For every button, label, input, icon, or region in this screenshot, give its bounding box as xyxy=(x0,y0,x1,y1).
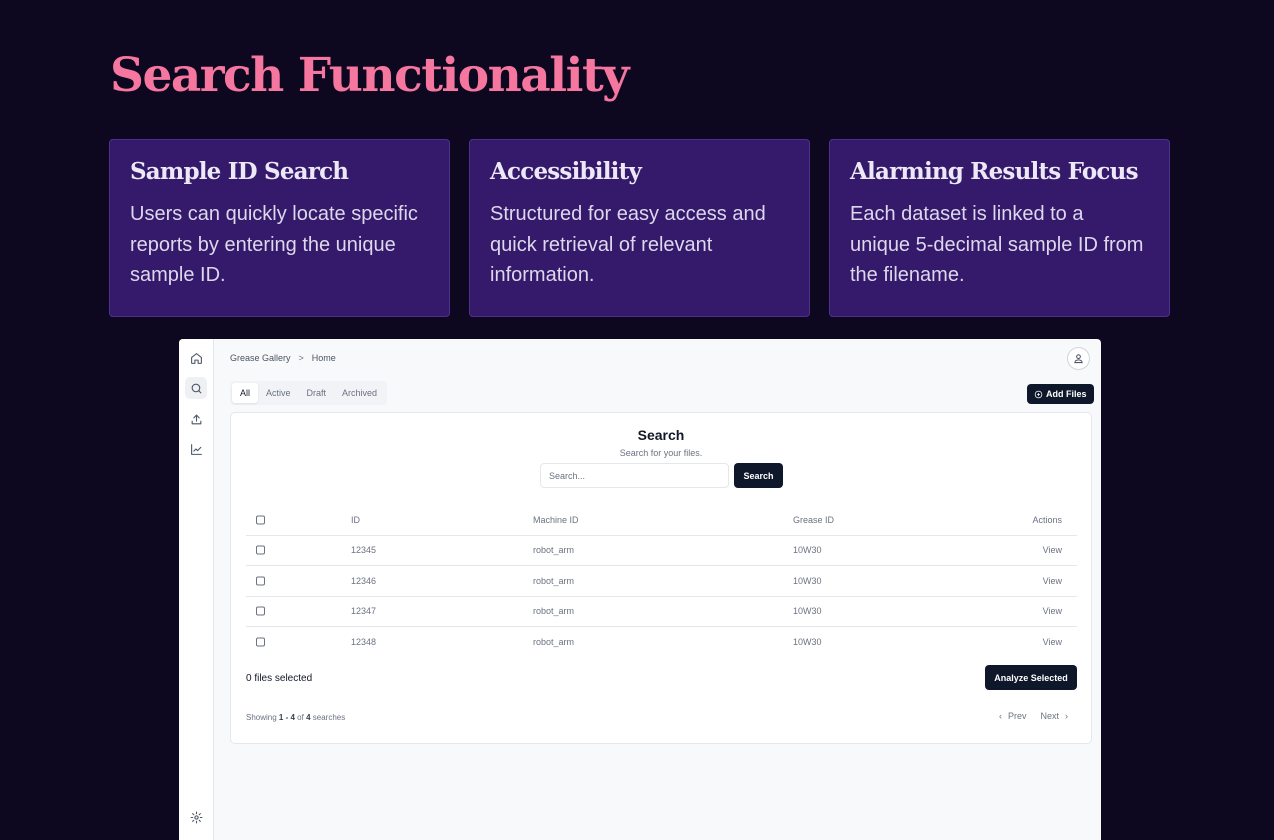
feature-cards: Sample ID Search Users can quickly locat… xyxy=(109,139,1170,317)
view-link[interactable]: View xyxy=(1043,606,1062,616)
user-icon xyxy=(1074,354,1083,364)
breadcrumb-current[interactable]: Home xyxy=(312,353,336,363)
tab-active[interactable]: Active xyxy=(258,383,299,403)
cell-machine-id: robot_arm xyxy=(533,545,575,556)
user-avatar[interactable] xyxy=(1067,347,1090,370)
tab-archived[interactable]: Archived xyxy=(334,383,385,403)
cell-id: 12346 xyxy=(351,575,377,586)
side-rail xyxy=(179,339,214,840)
showing-of: of xyxy=(297,713,304,722)
tab-all[interactable]: All xyxy=(232,383,259,403)
search-button[interactable]: Search xyxy=(734,463,783,488)
feature-card: Accessibility Structured for easy access… xyxy=(469,139,810,317)
app-screenshot: Grease Gallery > Home All Active Draft A… xyxy=(179,339,1101,840)
breadcrumb-root[interactable]: Grease Gallery xyxy=(230,353,291,363)
card-title: Sample ID Search xyxy=(130,158,349,185)
row-checkbox[interactable] xyxy=(256,606,265,616)
row-checkbox[interactable] xyxy=(256,545,265,555)
view-link[interactable]: View xyxy=(1043,576,1062,586)
showing-suffix: searches xyxy=(312,713,346,722)
home-icon[interactable] xyxy=(185,347,207,369)
table-row: 12346 robot_arm 10W30 View xyxy=(246,566,1077,597)
prev-label: Prev xyxy=(1007,711,1027,721)
table-row: 12347 robot_arm 10W30 View xyxy=(246,597,1077,627)
panel-title: Search xyxy=(637,427,685,443)
cell-machine-id: robot_arm xyxy=(533,606,575,617)
next-label: Next xyxy=(1040,711,1059,721)
header-machine-id: Machine ID xyxy=(533,514,579,525)
search-icon[interactable] xyxy=(185,377,207,399)
analyze-selected-button[interactable]: Analyze Selected xyxy=(985,665,1077,690)
cell-machine-id: robot_arm xyxy=(533,637,575,648)
cell-grease-id: 10W30 xyxy=(793,637,822,648)
cell-id: 12347 xyxy=(351,606,377,617)
filter-tabs: All Active Draft Archived xyxy=(230,381,388,405)
upload-icon[interactable] xyxy=(185,408,207,430)
plus-circle-icon xyxy=(1034,390,1043,398)
slide-title: Search Functionality xyxy=(110,48,629,103)
header-id: ID xyxy=(351,514,360,525)
cell-id: 12348 xyxy=(351,637,377,648)
card-text: Each dataset is linked to a unique 5-dec… xyxy=(850,203,1144,286)
row-checkbox[interactable] xyxy=(256,576,265,586)
header-actions: Actions xyxy=(1032,514,1062,525)
showing-range: 1 - 4 xyxy=(278,713,295,722)
cell-id: 12345 xyxy=(351,545,377,556)
row-checkbox[interactable] xyxy=(256,637,265,647)
tab-draft[interactable]: Draft xyxy=(299,383,335,403)
search-input[interactable] xyxy=(540,463,729,488)
cell-grease-id: 10W30 xyxy=(793,575,822,586)
view-link[interactable]: View xyxy=(1043,545,1062,555)
card-title: Alarming Results Focus xyxy=(850,158,1139,185)
chart-icon[interactable] xyxy=(185,438,207,460)
cell-grease-id: 10W30 xyxy=(793,545,822,556)
table-row: 12345 robot_arm 10W30 View xyxy=(246,536,1077,566)
feature-card: Sample ID Search Users can quickly locat… xyxy=(109,139,450,317)
search-panel: Search Search for your files. Search ID … xyxy=(230,412,1092,744)
add-files-label: Add Files xyxy=(1046,389,1087,399)
prev-button[interactable]: ‹ Prev xyxy=(999,711,1027,721)
chevron-left-icon: ‹ xyxy=(998,711,1002,721)
panel-subtitle: Search for your files. xyxy=(619,448,703,458)
chevron-right-icon: › xyxy=(1065,711,1068,721)
card-text: Structured for easy access and quick ret… xyxy=(490,203,766,286)
pagination: ‹ Prev Next › xyxy=(999,711,1068,721)
pagination-summary: Showing 1 - 4 of 4 searches xyxy=(246,713,345,722)
cell-machine-id: robot_arm xyxy=(533,575,575,586)
view-link[interactable]: View xyxy=(1043,637,1062,647)
selected-count: 0 files selected xyxy=(246,673,313,684)
header-grease-id: Grease ID xyxy=(793,514,835,525)
chevron-right-icon: > xyxy=(298,353,304,363)
table-header: ID Machine ID Grease ID Actions xyxy=(246,505,1077,536)
feature-card: Alarming Results Focus Each dataset is l… xyxy=(829,139,1170,317)
showing-total: 4 xyxy=(306,713,311,722)
breadcrumb: Grease Gallery > Home xyxy=(230,353,336,363)
add-files-button[interactable]: Add Files xyxy=(1027,384,1094,404)
gear-icon[interactable] xyxy=(185,806,207,828)
next-button[interactable]: Next › xyxy=(1040,711,1068,721)
showing-prefix: Showing xyxy=(246,713,277,722)
card-text: Users can quickly locate specific report… xyxy=(130,203,418,286)
card-title: Accessibility xyxy=(490,158,642,185)
table-row: 12348 robot_arm 10W30 View xyxy=(246,627,1077,658)
select-all-checkbox[interactable] xyxy=(256,515,265,525)
files-table: ID Machine ID Grease ID Actions 12345 ro… xyxy=(246,505,1077,658)
cell-grease-id: 10W30 xyxy=(793,606,822,617)
